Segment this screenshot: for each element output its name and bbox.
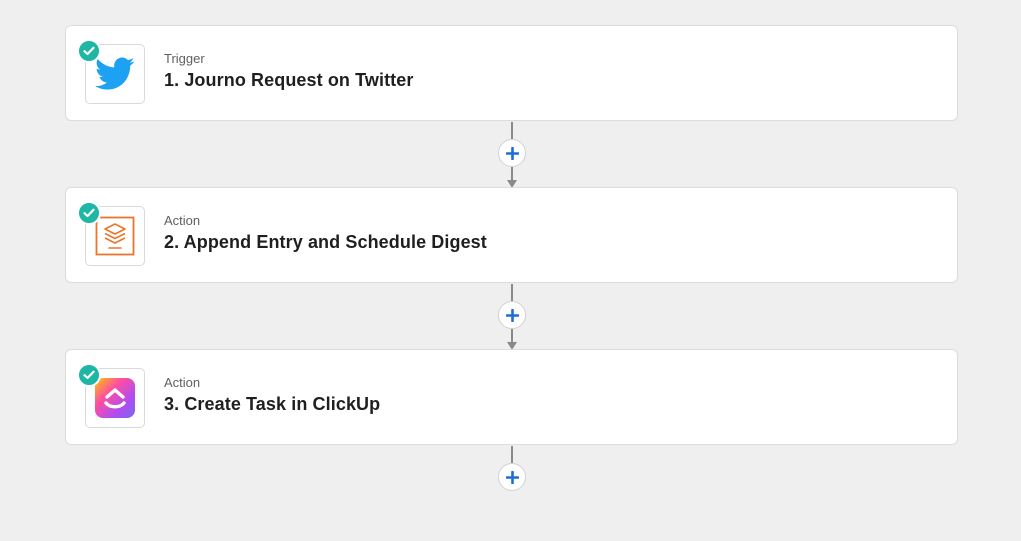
status-check-badge — [77, 201, 101, 225]
step-title: 3. Create Task in ClickUp — [164, 394, 381, 414]
add-step-button[interactable] — [498, 139, 526, 167]
connector-line — [511, 122, 513, 139]
plus-icon — [505, 146, 519, 160]
plus-icon — [505, 308, 519, 322]
step-card-1[interactable]: Trigger 1. Journo Request on Twitter — [65, 25, 958, 121]
twitter-icon — [95, 57, 135, 90]
connector-line — [511, 446, 513, 463]
check-icon — [83, 46, 95, 56]
status-check-badge — [77, 363, 101, 387]
status-check-badge — [77, 39, 101, 63]
connector-line — [511, 284, 513, 301]
add-step-button[interactable] — [498, 301, 526, 329]
step-title: 1. Journo Request on Twitter — [164, 70, 414, 90]
check-icon — [83, 208, 95, 218]
step-card-3[interactable]: Action 3. Create Task in ClickUp — [65, 349, 958, 445]
step-card-2[interactable]: Action 2. Append Entry and Schedule Dige… — [65, 187, 958, 283]
connector-line — [511, 329, 513, 342]
step-type-label: Action — [164, 213, 201, 228]
step-title: 2. Append Entry and Schedule Digest — [164, 232, 487, 252]
add-step-button[interactable] — [498, 463, 526, 491]
clickup-icon — [95, 378, 135, 418]
step-type-label: Action — [164, 375, 201, 390]
check-icon — [83, 370, 95, 380]
digest-icon — [95, 216, 135, 256]
connector-line — [511, 167, 513, 180]
plus-icon — [505, 470, 519, 484]
step-type-label: Trigger — [164, 51, 205, 66]
